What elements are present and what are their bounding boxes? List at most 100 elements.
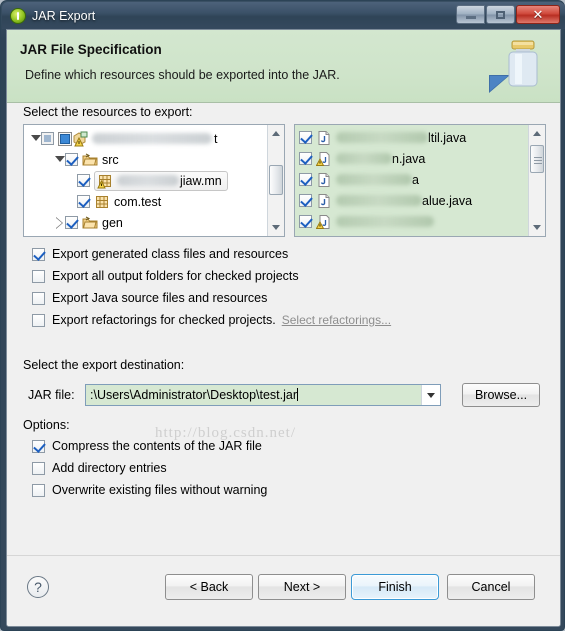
cancel-button[interactable]: Cancel (447, 574, 535, 600)
list-item[interactable] (299, 211, 527, 232)
tree-row-highlight: jiaw.mn (94, 170, 228, 191)
jar-file-value: :\Users\Administrator\Desktop\test.jar (90, 388, 298, 402)
wizard-banner: JAR File Specification Define which reso… (7, 30, 560, 103)
scrollbar-thumb[interactable] (530, 145, 544, 173)
redacted-file-name (336, 153, 392, 164)
tree-checkbox[interactable] (65, 153, 78, 166)
tree-row[interactable]: com.test (24, 191, 268, 212)
eclipse-wizard-icon (10, 7, 26, 24)
option-label: Export refactorings for checked projects… (52, 313, 276, 327)
option-export-generated-class-files[interactable]: Export generated class files and resourc… (32, 247, 288, 261)
package-warn-icon (97, 174, 111, 188)
dialog-footer: ? < Back Next > Finish Cancel (7, 555, 560, 626)
redacted-file-name (336, 216, 434, 227)
maximize-icon (496, 10, 505, 19)
redacted-file-name (336, 174, 412, 185)
resource-tree-scrollbar[interactable] (267, 125, 284, 236)
tree-checkbox[interactable] (65, 216, 78, 229)
java-file-warn-icon (316, 214, 330, 229)
option-add-directory-entries[interactable]: Add directory entries (32, 461, 167, 475)
maximize-button[interactable] (486, 5, 515, 24)
next-button[interactable]: Next > (258, 574, 346, 600)
checkbox[interactable] (32, 483, 45, 497)
finish-button[interactable]: Finish (351, 574, 439, 600)
tree-checkbox[interactable] (41, 132, 54, 145)
expand-twisty-icon[interactable] (54, 154, 65, 165)
option-export-all-output-folders[interactable]: Export all output folders for checked pr… (32, 269, 299, 283)
file-checkbox[interactable] (299, 131, 312, 144)
java-file-icon (318, 130, 330, 145)
browse-button[interactable]: Browse... (462, 383, 540, 407)
tree-checkbox[interactable] (77, 174, 90, 187)
list-item-label: alue.java (422, 193, 473, 208)
java-file-icon (318, 193, 330, 208)
package-icon (96, 195, 108, 208)
checkbox[interactable] (32, 291, 45, 305)
option-label: Compress the contents of the JAR file (52, 439, 262, 453)
file-checkbox[interactable] (299, 215, 312, 228)
scroll-down-icon[interactable] (268, 219, 284, 236)
file-list-scrollbar[interactable] (528, 125, 545, 236)
list-item[interactable]: ltil.java (299, 127, 527, 148)
option-compress-contents[interactable]: Compress the contents of the JAR file (32, 439, 262, 453)
file-checkbox[interactable] (299, 173, 312, 186)
checkbox[interactable] (32, 313, 45, 327)
title-bar[interactable]: JAR Export ✕ (2, 2, 565, 29)
tree-checkbox[interactable] (77, 195, 90, 208)
scroll-up-icon[interactable] (529, 125, 545, 142)
list-item[interactable]: a (299, 169, 527, 190)
resource-tree[interactable]: t src jiaw.mn com.test gen (23, 124, 285, 237)
file-checkbox[interactable] (299, 194, 312, 207)
jar-file-label: JAR file: (28, 388, 75, 402)
list-item[interactable]: alue.java (299, 190, 527, 211)
file-checkbox[interactable] (299, 152, 312, 165)
close-button[interactable]: ✕ (516, 5, 560, 24)
window-controls: ✕ (455, 5, 560, 24)
page-description: Define which resources should be exporte… (25, 68, 340, 82)
tree-row[interactable]: t (24, 128, 268, 149)
window-title: JAR Export (32, 8, 96, 23)
scrollbar-thumb[interactable] (269, 165, 283, 195)
jar-file-input[interactable]: :\Users\Administrator\Desktop\test.jar (85, 384, 441, 406)
option-label: Export all output folders for checked pr… (52, 269, 299, 283)
option-label: Export Java source files and resources (52, 291, 268, 305)
redacted-package-name (117, 175, 179, 186)
scroll-down-icon[interactable] (529, 219, 545, 236)
tree-row-label: t (214, 131, 218, 146)
jar-export-dialog: JAR Export ✕ JAR File Specification Defi… (0, 0, 565, 631)
tree-row-label: src (102, 152, 119, 167)
help-button[interactable]: ? (27, 576, 49, 598)
back-button[interactable]: < Back (165, 574, 253, 600)
checkbox[interactable] (32, 461, 45, 475)
file-list[interactable]: ltil.java n.java a alue.java (294, 124, 546, 237)
page-title: JAR File Specification (20, 42, 162, 57)
chevron-down-icon[interactable] (421, 385, 440, 405)
checkbox[interactable] (32, 439, 45, 453)
tree-row-label: gen (102, 215, 123, 230)
list-item-label: ltil.java (428, 130, 467, 145)
java-file-warn-icon (316, 151, 330, 166)
checkbox[interactable] (32, 269, 45, 283)
option-export-java-source-files[interactable]: Export Java source files and resources (32, 291, 267, 305)
file-rows: ltil.java n.java a alue.java (299, 127, 527, 232)
options-label: Options: (23, 418, 70, 432)
tree-row-label: jiaw.mn (180, 173, 222, 188)
source-folder-icon (82, 216, 98, 228)
select-refactorings-link[interactable]: Select refactorings... (282, 313, 391, 327)
collapse-twisty-icon[interactable] (54, 217, 65, 229)
minimize-icon (465, 16, 476, 19)
java-file-icon (318, 172, 330, 187)
minimize-button[interactable] (456, 5, 485, 24)
scroll-up-icon[interactable] (268, 125, 284, 142)
tree-row-selected[interactable]: jiaw.mn (24, 170, 268, 191)
tree-row[interactable]: src (24, 149, 268, 170)
tree-rows: t src jiaw.mn com.test gen (24, 128, 268, 233)
tree-row[interactable]: gen (24, 212, 268, 233)
list-item[interactable]: n.java (299, 148, 527, 169)
list-item-label: n.java (392, 151, 426, 166)
option-export-refactorings[interactable]: Export refactorings for checked projects… (32, 313, 391, 327)
expand-twisty-icon[interactable] (30, 133, 41, 144)
checkbox[interactable] (32, 247, 45, 261)
redacted-project-name (92, 133, 212, 144)
option-overwrite-existing-files[interactable]: Overwrite existing files without warning (32, 483, 267, 497)
